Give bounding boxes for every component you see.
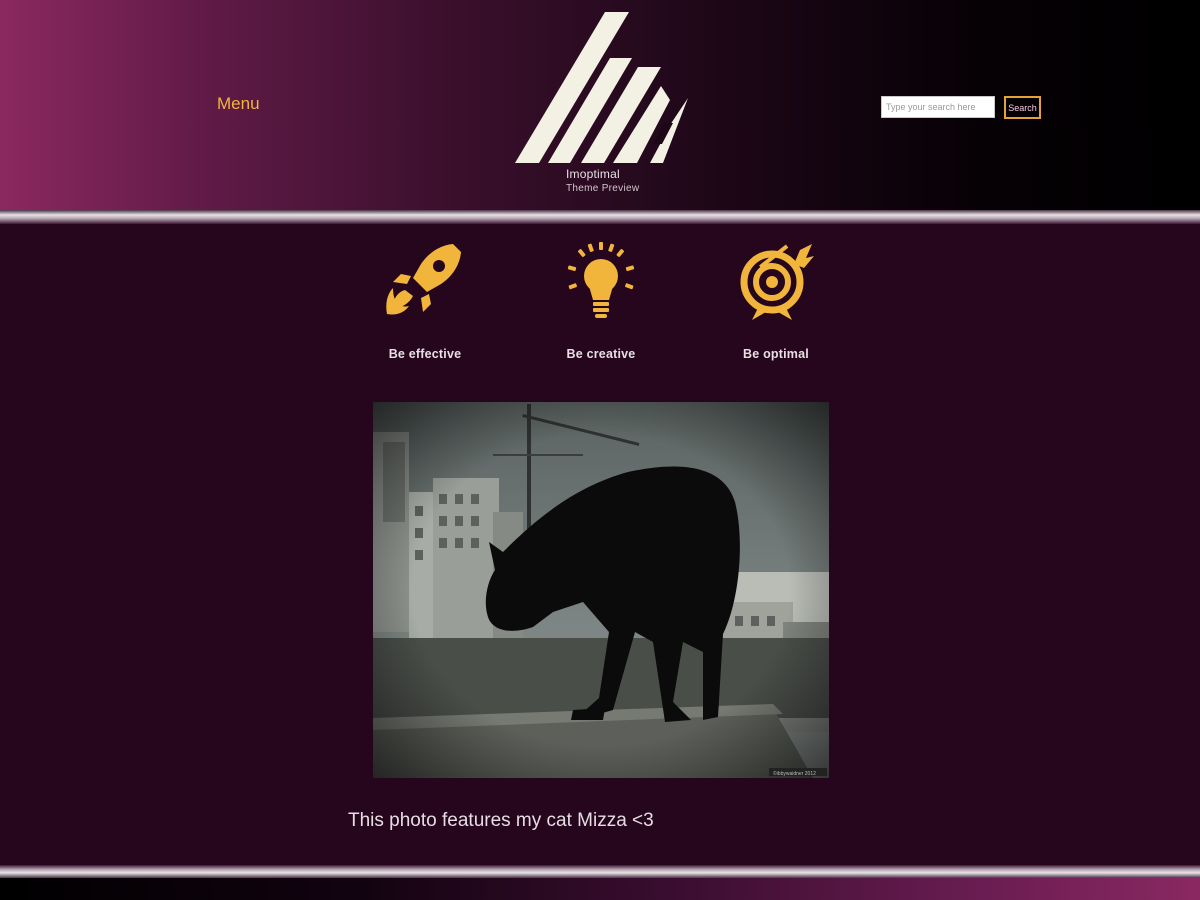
feature-creative: Be creative (531, 238, 671, 361)
menu-button[interactable]: Menu (217, 94, 260, 114)
search-button[interactable]: Search (1004, 96, 1041, 119)
svg-text:©ibbywaidner 2012: ©ibbywaidner 2012 (773, 770, 816, 777)
footer-separator (0, 865, 1200, 878)
cat-photo: ©ibbywaidner 2012 (373, 402, 829, 778)
feature-label: Be effective (388, 347, 462, 361)
feature-label: Be optimal (743, 347, 809, 361)
site-footer (0, 878, 1200, 900)
feature-label: Be creative (566, 347, 636, 361)
imoptimal-logo[interactable] (512, 10, 692, 166)
feature-effective: Be effective (355, 238, 495, 361)
site-tagline: Theme Preview (566, 183, 640, 194)
site-header: Menu Imoptimal Theme Preview Search (0, 0, 1200, 212)
header-separator (0, 210, 1200, 224)
search-input[interactable] (881, 96, 995, 118)
cat-photo-image: ©ibbywaidner 2012 (373, 402, 829, 778)
rocket-icon (386, 244, 461, 315)
site-name[interactable]: Imoptimal (566, 167, 620, 181)
lightbulb-icon (567, 242, 635, 318)
target-icon (740, 244, 814, 320)
photo-caption: This photo features my cat Mizza <3 (348, 810, 654, 831)
feature-optimal: Be optimal (706, 238, 846, 361)
